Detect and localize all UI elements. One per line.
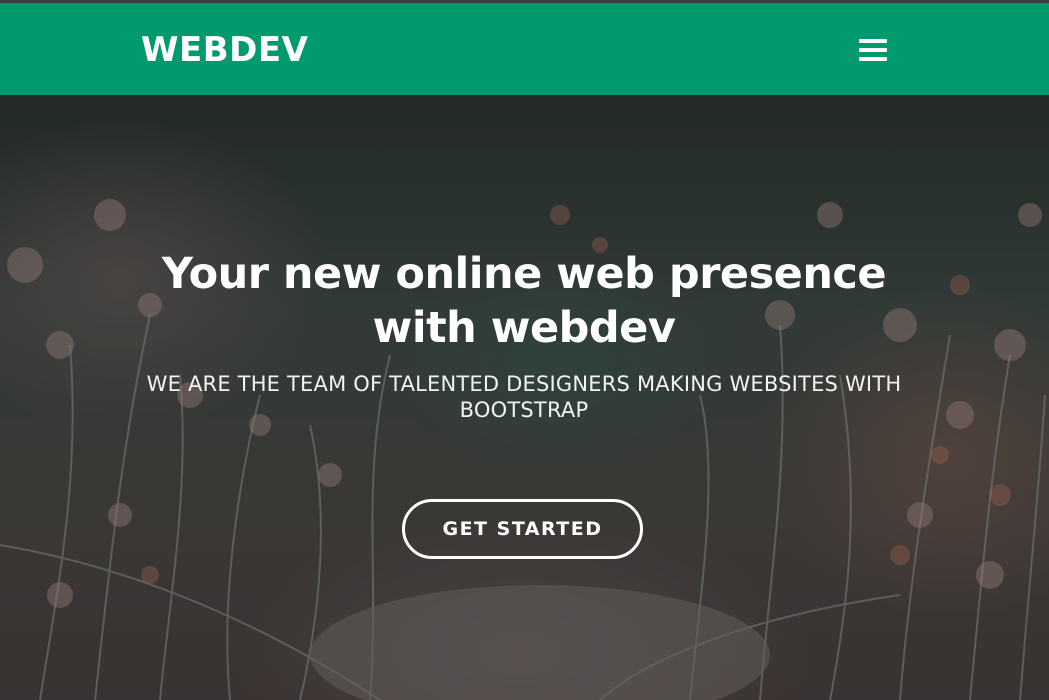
hero-subtitle: WE ARE THE TEAM OF TALENTED DESIGNERS MA… <box>146 372 902 422</box>
hamburger-bar <box>859 57 887 61</box>
brand-logo[interactable]: WEBDEV <box>141 30 308 70</box>
get-started-button[interactable]: GET STARTED <box>402 499 643 559</box>
navbar: WEBDEV <box>0 3 1049 95</box>
hero-section: Your new online web presence with webdev… <box>0 95 1049 700</box>
hamburger-bar <box>859 39 887 43</box>
hamburger-menu-icon[interactable] <box>859 39 887 63</box>
hamburger-bar <box>859 48 887 52</box>
hero-title: Your new online web presence with webdev <box>161 249 887 353</box>
